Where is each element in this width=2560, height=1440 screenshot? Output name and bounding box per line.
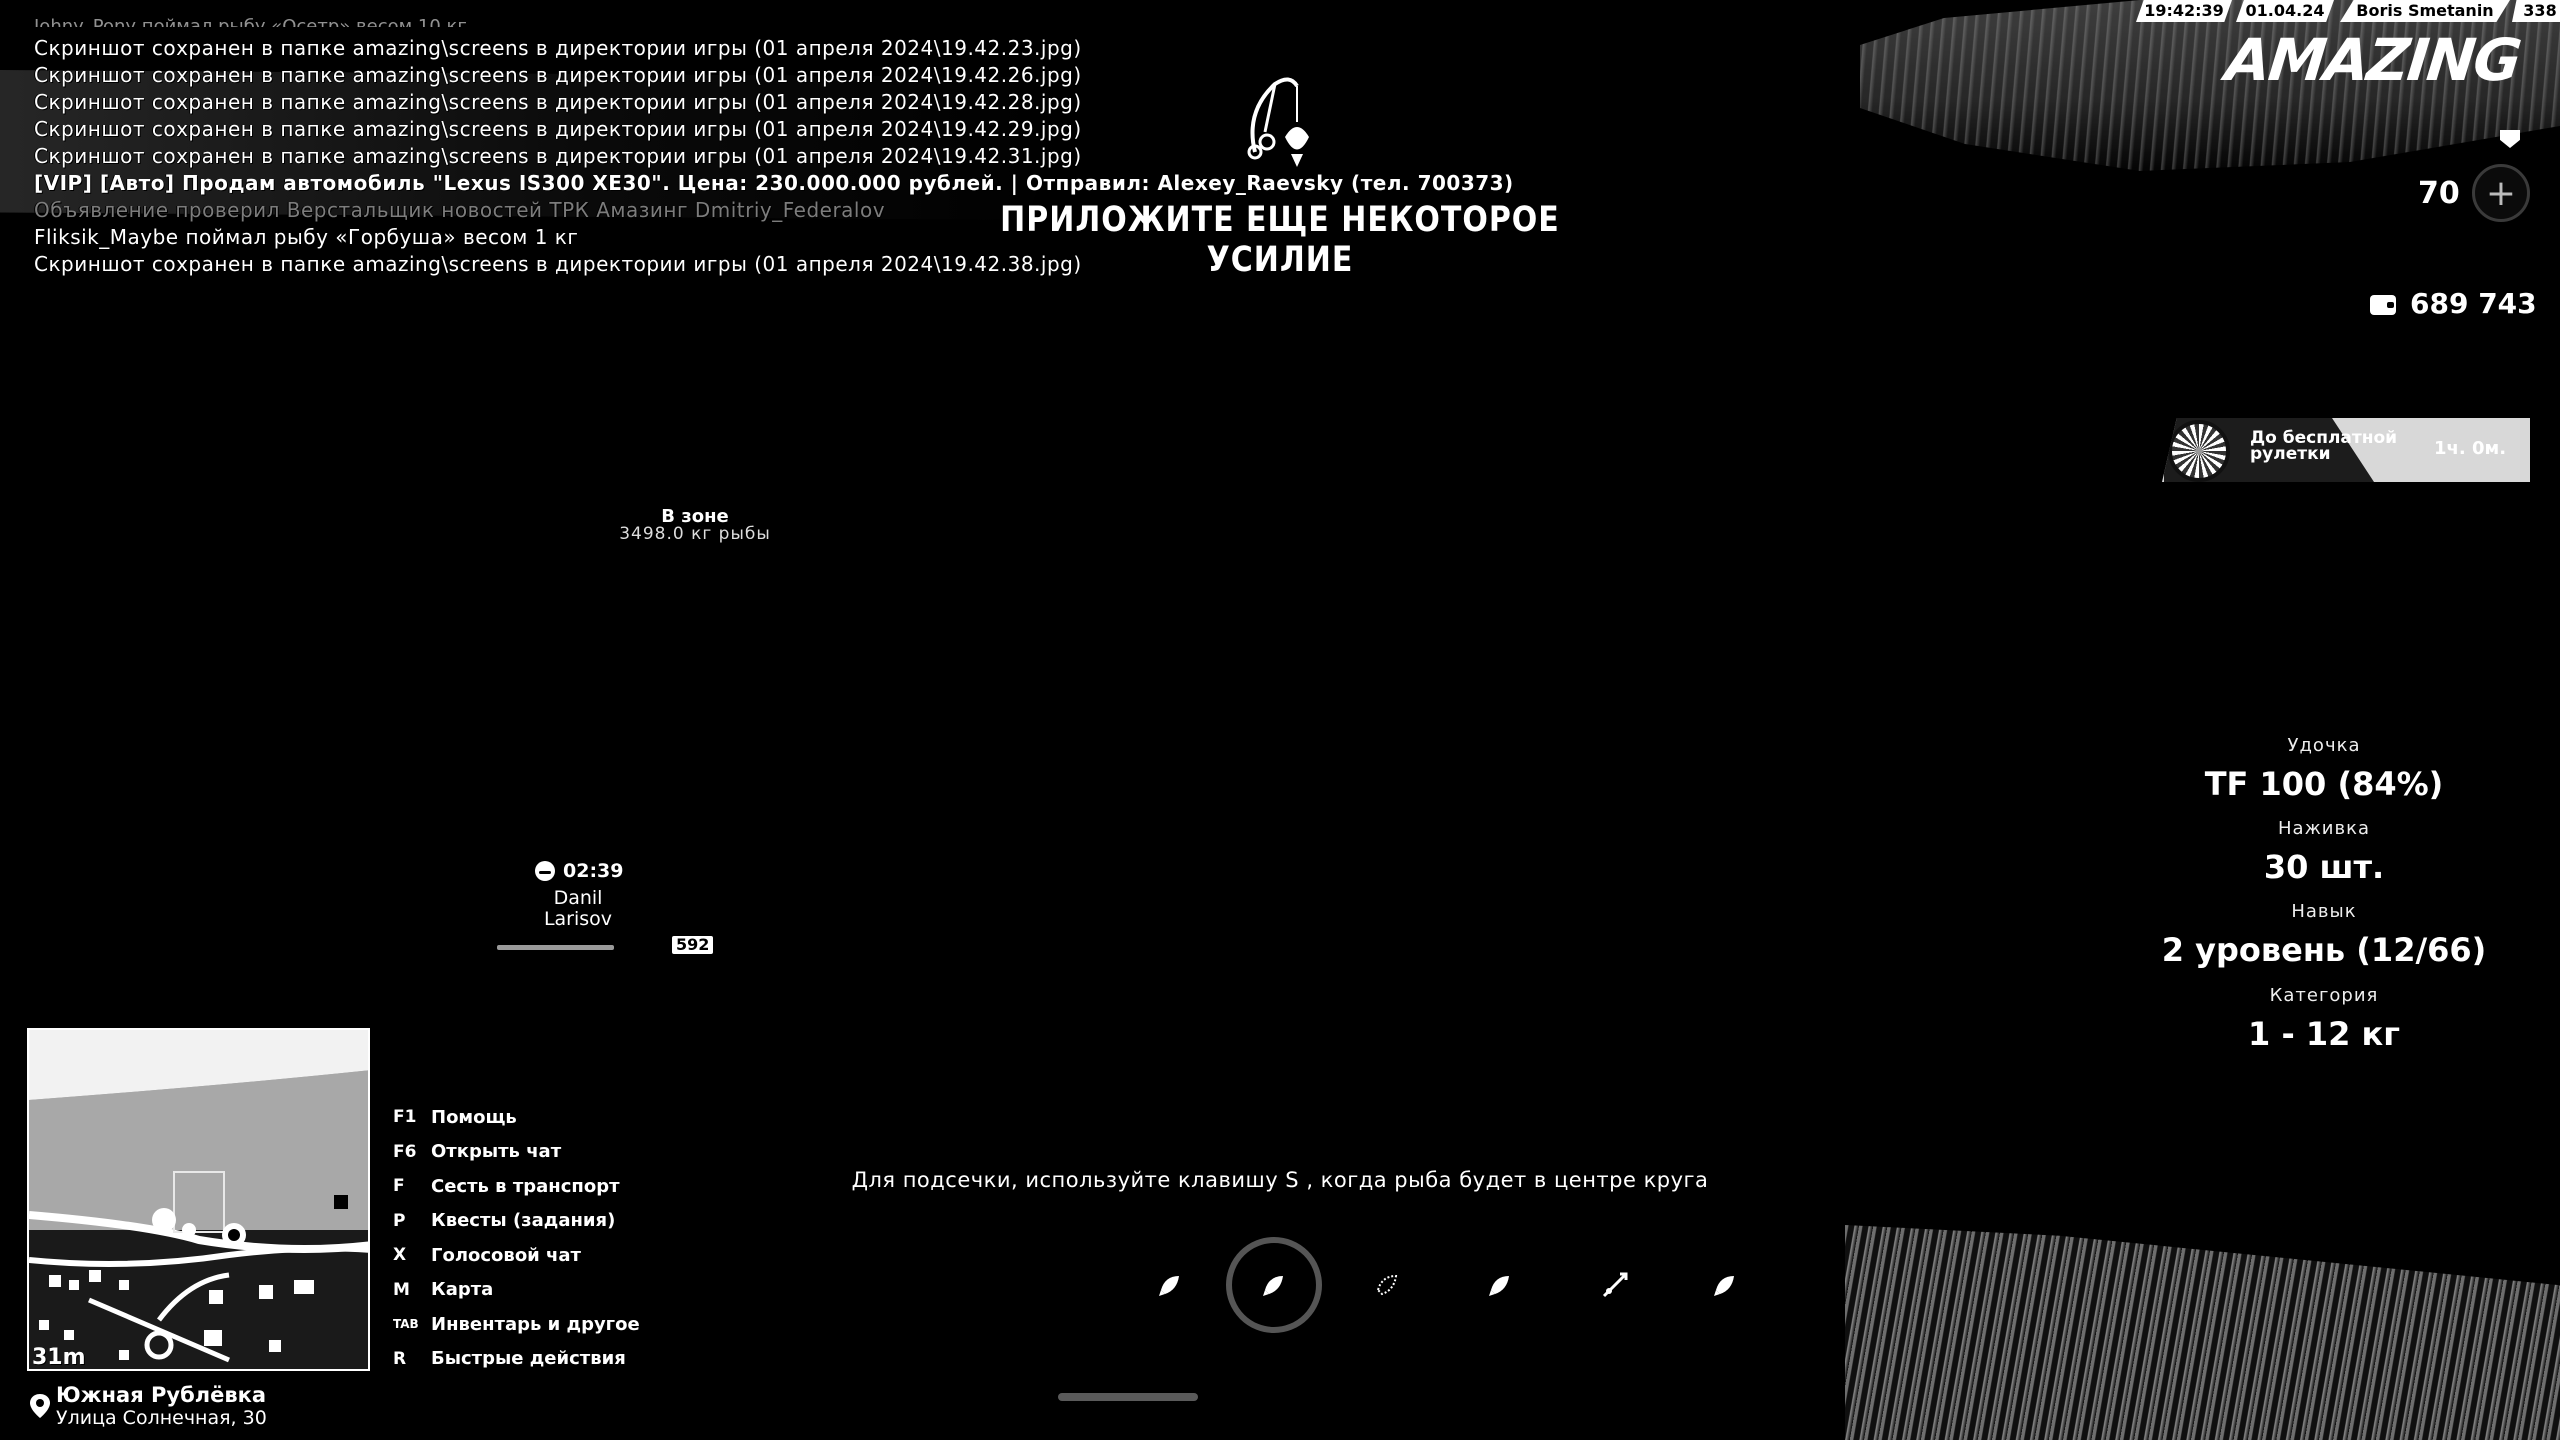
chat-line-ad-check: Объявление проверил Верстальщик новостей… [34,198,886,222]
chat-line: Скриншот сохранен в папке amazing\screen… [34,252,1082,276]
hook-hint: Для подсечки, используйте клавишу S , ко… [851,1168,1709,1192]
key-label: F [393,1176,405,1197]
bait-label: Наживка [2278,818,2370,839]
keybind-action: Сесть в транспорт [431,1175,620,1197]
shield-icon [2500,130,2520,148]
category-value: 1 - 12 кг [2248,1015,2400,1053]
chat-line: Скриншот сохранен в папке amazing\screen… [34,144,1082,168]
zone-fish-amount: 3498.0 кг рыбы [619,524,771,544]
keybind-action: Квесты (задания) [431,1210,616,1232]
fish-icon [1263,1276,1283,1296]
player-timer: 02:39 [535,860,623,882]
skill-label: Навык [2291,901,2357,922]
key-label: R [393,1348,407,1369]
keybind-action: Помощь [431,1106,517,1128]
fishing-hotbar [1130,1237,1760,1333]
key-label: P [393,1210,406,1231]
status-date: 01.04.24 [2236,0,2334,22]
keybind-action: Быстрые действия [431,1348,626,1370]
player-level: 70 [2418,176,2460,211]
scenery-corner [1845,1225,2560,1440]
fishing-rod-icon [1602,1272,1628,1298]
keybind-help: F1 Помощь [393,1100,640,1135]
hotbar-slot-3[interactable] [1347,1245,1427,1325]
effort-prompt: ПРИЛОЖИТЕ ЕЩЕ НЕКОТОРОЕ УСИЛИЕ [1000,199,1560,281]
key-label: F6 [393,1141,417,1162]
minimap-scale: 31m [32,1345,86,1370]
location-street: Улица Солнечная, 30 [56,1407,267,1429]
roulette-wheel-icon [2168,420,2230,482]
hotbar-slot-6[interactable] [1685,1245,1765,1325]
key-label: TAB [393,1317,419,1332]
rod-label: Удочка [2287,735,2361,756]
location-pin-icon [30,1394,50,1418]
wallet-icon [2370,295,2396,315]
keybind-action: Инвентарь и другое [431,1313,640,1335]
minimap[interactable] [27,1028,370,1371]
free-roulette-banner[interactable]: До бесплатной рулетки 1ч. 0м. [2162,418,2530,482]
chat-line: Fliksik_Maybe поймал рыбу «Горбуша» весо… [34,225,579,249]
hotbar-slot-4[interactable] [1460,1245,1540,1325]
plus-icon: + [2485,172,2517,214]
keybind-action: Открыть чат [431,1141,562,1163]
roulette-label: До бесплатной рулетки [2250,428,2398,464]
keybind-action: Голосовой чат [431,1244,581,1266]
fish-icon [1714,1276,1734,1296]
status-player-name: Boris Smetanin [2340,0,2510,22]
money-balance: 689 743 [2410,287,2537,320]
fish-icon [1159,1276,1179,1296]
player-timer-value: 02:39 [563,860,624,882]
status-player-id: 338 [2512,0,2560,22]
hotbar-scrollbar[interactable] [1058,1393,1198,1401]
bait-value: 30 шт. [2263,848,2385,886]
roulette-timer: 1ч. 0м. [2434,438,2507,459]
keybind-voice: X Голосовой чат [393,1238,640,1273]
keybind-quick-actions: R Быстрые действия [393,1342,640,1377]
chat-line: Скриншот сохранен в папке amazing\screen… [34,63,1082,87]
location-district: Южная Рублёвка [56,1383,267,1407]
category-label: Категория [2269,985,2379,1006]
location-info: Южная Рублёвка Улица Солнечная, 30 [30,1383,267,1429]
player-health-bar [497,945,614,950]
minimap-terrain [29,1030,368,1369]
fish-icon [1489,1276,1509,1296]
chat-log: Скриншот сохранен в папке amazing\screen… [34,35,1514,278]
chat-cutoff-line: Johny_Pony поймал рыбу «Осетр» весом 10 … [34,16,467,27]
face-icon [535,861,555,881]
fishing-icon [1235,72,1320,167]
add-level-button[interactable]: + [2472,164,2530,222]
keybind-action: Карта [431,1279,494,1301]
chat-line: Скриншот сохранен в папке amazing\screen… [34,117,1082,141]
status-time: 19:42:39 [2136,0,2232,22]
game-logo: AMAZING [2222,26,2523,94]
skill-value: 2 уровень (12/66) [2161,931,2487,969]
key-label: F1 [393,1107,417,1128]
hotbar-slot-2-active[interactable] [1226,1237,1322,1333]
keybind-list: F1 Помощь F6 Открыть чат F Сесть в транспор… [393,1100,640,1376]
player-id-badge: 592 [672,936,714,954]
chat-line: Скриншот сохранен в папке amazing\screen… [34,90,1082,114]
key-label: M [393,1279,410,1300]
keybind-map: M Карта [393,1273,640,1308]
chat-line: Скриншот сохранен в папке amazing\screen… [34,36,1082,60]
fish-icon [1376,1274,1398,1296]
keybind-chat: F6 Открыть чат [393,1135,640,1170]
hotbar-slot-1[interactable] [1130,1245,1210,1325]
chat-line-vip-ad: [VIP] [Авто] Продам автомобиль "Lexus IS… [34,171,1514,195]
keybind-inventory: TAB Инвентарь и другое [393,1307,640,1342]
hotbar-slot-5[interactable] [1575,1245,1655,1325]
keybind-quests: P Квесты (задания) [393,1204,640,1239]
key-label: X [393,1245,407,1266]
player-nametag: Danil Larisov [543,887,613,930]
rod-value: TF 100 (84%) [2204,765,2444,803]
keybind-vehicle: F Сесть в транспорт [393,1169,640,1204]
